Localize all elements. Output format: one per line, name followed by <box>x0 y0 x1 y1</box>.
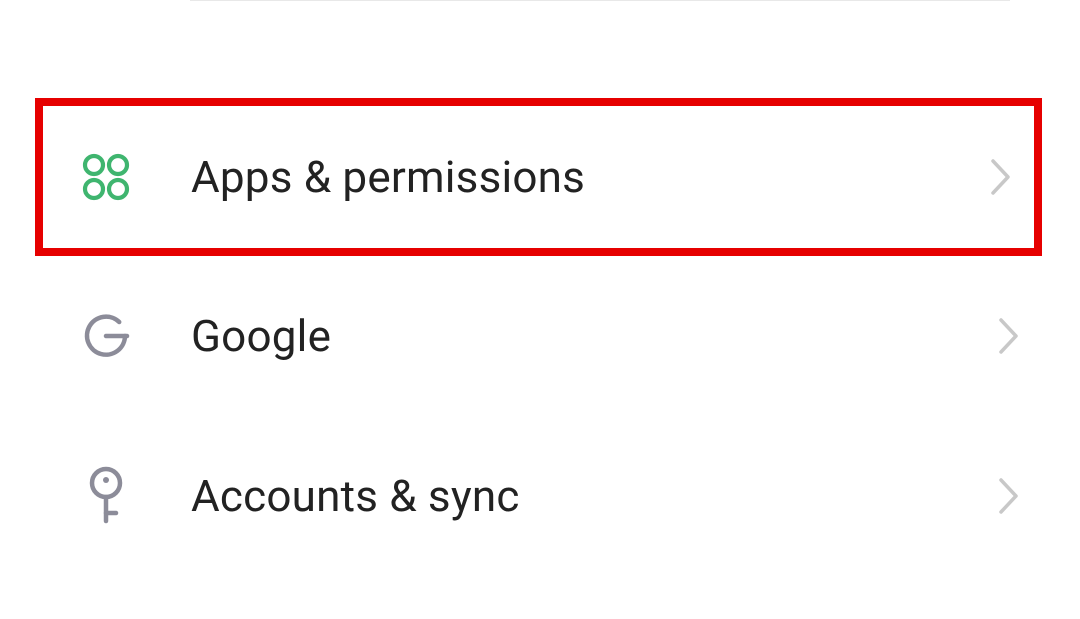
settings-item-label: Apps & permissions <box>191 151 990 203</box>
settings-item-google[interactable]: Google <box>0 256 1080 416</box>
settings-item-label: Accounts & sync <box>191 470 998 522</box>
key-icon <box>78 465 133 527</box>
chevron-right-icon <box>998 317 1020 355</box>
apps-icon <box>78 151 133 203</box>
section-gap <box>0 38 1080 98</box>
section-divider <box>0 0 1080 38</box>
chevron-right-icon <box>998 477 1020 515</box>
settings-list: Apps & permissions Google <box>0 0 1080 619</box>
chevron-right-icon <box>990 158 1012 196</box>
settings-item-label: Google <box>191 310 998 362</box>
settings-item-apps-permissions[interactable]: Apps & permissions <box>35 98 1042 256</box>
settings-item-accounts-sync[interactable]: Accounts & sync <box>0 416 1080 576</box>
google-icon <box>78 311 133 361</box>
